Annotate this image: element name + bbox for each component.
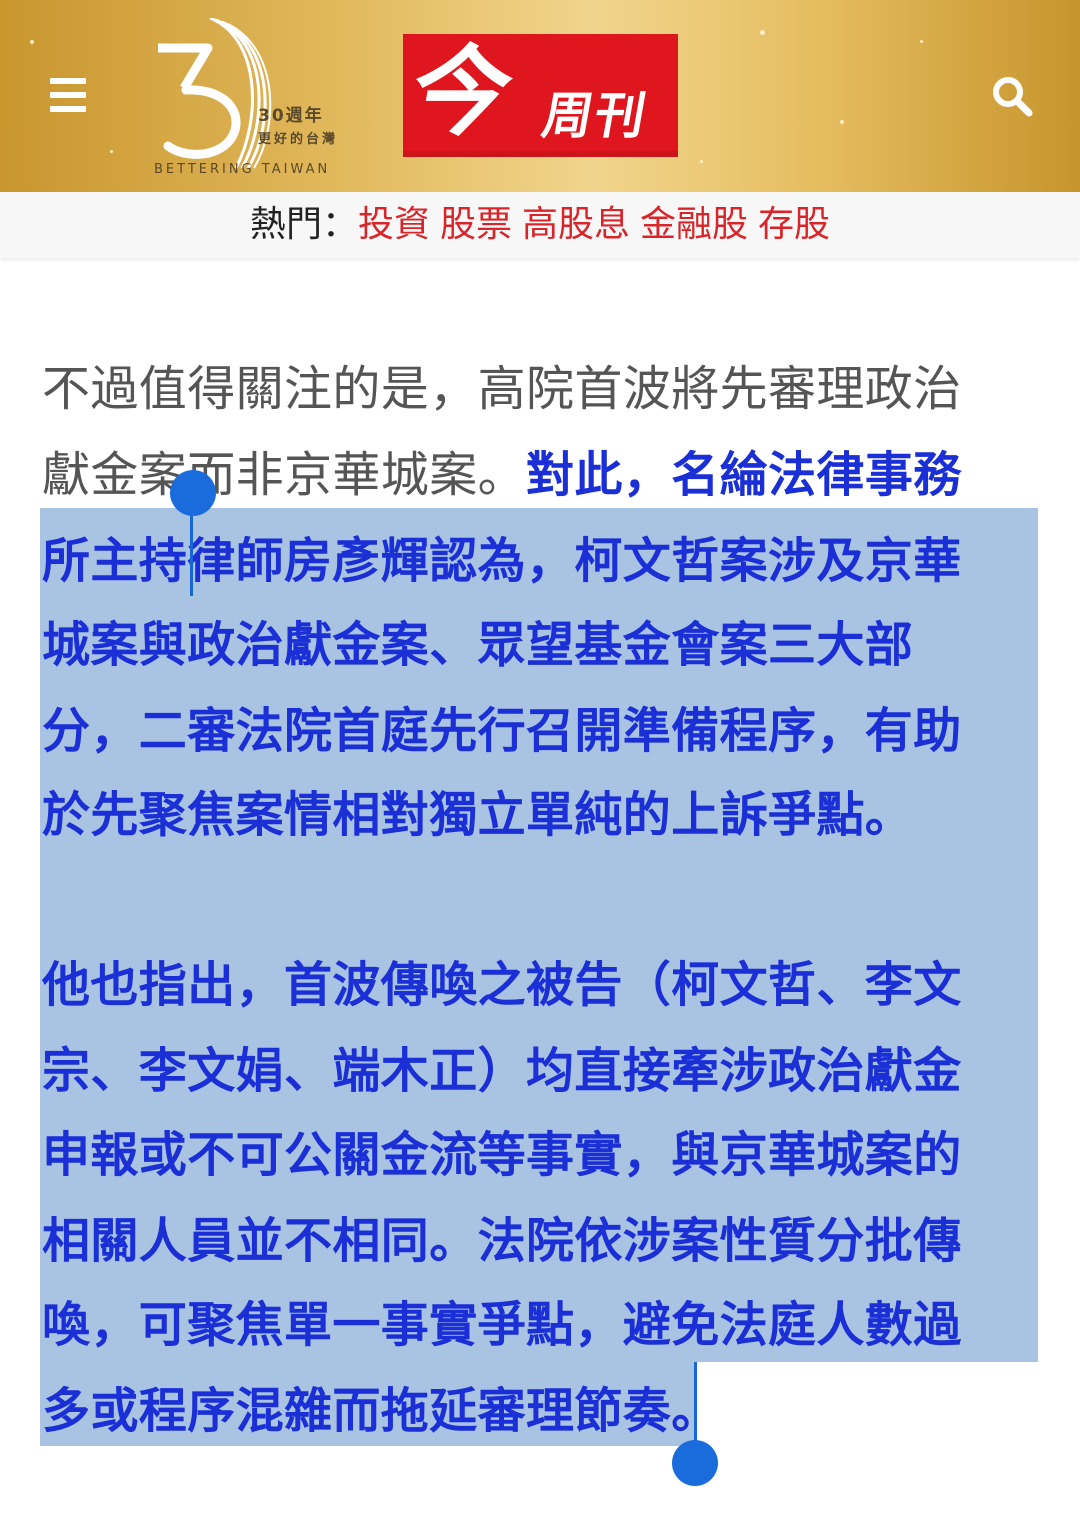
hot-link-saving-stocks[interactable]: 存股 (758, 204, 830, 245)
sparkle (840, 120, 844, 124)
article-bold-line: 城案與政治獻金案、眾望基金會案三大部 (42, 617, 914, 673)
hamburger-menu-icon[interactable] (50, 78, 86, 112)
selection-end-handle[interactable] (672, 1440, 718, 1486)
article-bold-text: 對此，名綸法律事務 (526, 447, 962, 503)
selection-start-handle[interactable] (170, 470, 216, 516)
hot-link-investment[interactable]: 投資 (358, 204, 430, 245)
anniversary-english: BETTERING TAIWAN (154, 162, 331, 177)
hot-topics-bar: 熱門：投資 股票 高股息 金融股 存股 (0, 192, 1080, 258)
article-bold-line: 所主持律師房彥輝認為，柯文哲案涉及京華 (42, 533, 962, 589)
sparkle (920, 40, 923, 43)
hot-link-financial-stocks[interactable]: 金融股 (640, 204, 748, 245)
selection-end-handle-line (694, 1362, 697, 1448)
sparkle (700, 160, 703, 163)
brand-logo-main: 今 (402, 36, 522, 150)
article-bold-line: 宗、李文娟、端木正）均直接牽涉政治獻金 (42, 1043, 962, 1099)
anniversary-label: 30週年 (258, 106, 324, 126)
search-icon[interactable] (990, 74, 1034, 118)
site-header: 30週年 更好的台灣 BETTERING TAIWAN 今 周刊 (0, 0, 1080, 192)
sparkle (110, 150, 113, 153)
article-bold-line: 相關人員並不相同。法院依涉案性質分批傳 (42, 1213, 962, 1269)
anniversary-slogan: 更好的台灣 (258, 132, 339, 147)
sparkle (760, 30, 765, 35)
brand-logo[interactable]: 今 周刊 (403, 34, 678, 157)
article-bold-line: 他也指出，首波傳喚之被告（柯文哲、李文 (42, 957, 962, 1013)
hot-topics-label: 熱門： (249, 204, 358, 245)
hot-link-high-dividend[interactable]: 高股息 (522, 204, 630, 245)
article-bold-line: 於先聚焦案情相對獨立單純的上訴爭點。 (42, 787, 914, 843)
article-bold-line: 喚，可聚焦單一事實爭點，避免法庭人數過 (42, 1297, 962, 1353)
article-bold-line: 分，二審法院首庭先行召開準備程序，有助 (42, 703, 962, 759)
article-bold-line: 申報或不可公關金流等事實，與京華城案的 (42, 1127, 962, 1183)
sparkle (30, 40, 34, 44)
article-paragraph-line: 不過值得關注的是，高院首波將先審理政治 (42, 361, 962, 417)
article-bold-line: 多或程序混雜而拖延審理節奏。 (42, 1383, 720, 1439)
hot-link-stocks[interactable]: 股票 (440, 204, 512, 245)
article-text: 獻金案而非京華城案。 (42, 447, 527, 503)
brand-logo-sub: 周刊 (537, 87, 653, 145)
